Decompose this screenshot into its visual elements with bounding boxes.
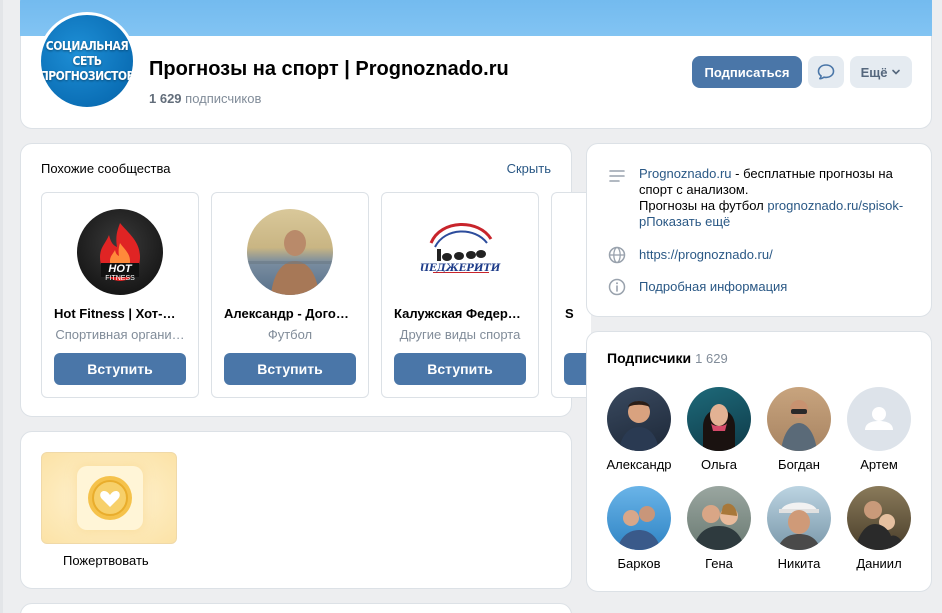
join-button[interactable]: Вступить — [54, 353, 186, 385]
avatar-text-line: СОЦИАЛЬНАЯ — [45, 38, 129, 53]
subscriber-name: Александр — [606, 457, 672, 472]
join-button[interactable]: Вступить — [224, 353, 356, 385]
community-avatar — [247, 209, 333, 295]
subscribers-title[interactable]: Подписчики 1 629 — [607, 350, 728, 366]
community-avatar: ПЕДЖЕРИТИ — [417, 209, 503, 295]
subscribers-number: 1 629 — [149, 91, 182, 106]
subscriber-name: Гена — [705, 556, 733, 571]
subscriber-item[interactable]: Даниил — [839, 486, 919, 571]
heart-coin-icon — [88, 476, 132, 520]
community-card[interactable]: HOT FITNESS Hot Fitness | Хот-Фи… Спорти… — [41, 192, 199, 398]
similar-title: Похожие сообщества — [41, 161, 171, 176]
subscriber-item[interactable]: Барков — [599, 486, 679, 571]
subscriber-item[interactable]: Гена — [679, 486, 759, 571]
person-photo — [247, 230, 333, 295]
info-icon — [608, 278, 626, 296]
description-icon — [609, 170, 625, 182]
hot-fitness-logo — [100, 223, 140, 281]
community-card[interactable]: Александр - Догов… Футбол Вступить — [211, 192, 369, 398]
community-card[interactable]: S — [551, 192, 591, 398]
community-avatar: HOT FITNESS — [77, 209, 163, 295]
avatar-text-line: СЕТЬ — [72, 53, 102, 68]
group-info: Prognoznado.ru - бесплатные прогнозы на … — [586, 143, 932, 317]
subscriber-name: Барков — [617, 556, 661, 571]
subscriber-avatar — [687, 486, 751, 550]
dog-sled-logo — [429, 223, 493, 273]
subscriber-item[interactable]: Никита — [759, 486, 839, 571]
community-category: Другие виды спорта — [399, 327, 521, 342]
community-name[interactable]: S — [565, 306, 574, 321]
subscriber-item[interactable]: Богдан — [759, 387, 839, 472]
subscriber-avatar — [607, 486, 671, 550]
community-name[interactable]: Hot Fitness | Хот-Фи… — [42, 306, 198, 321]
community-category: Спортивная органи… — [55, 327, 185, 342]
show-more-link[interactable]: Показать ещё — [646, 214, 730, 229]
community-category: Футбол — [267, 327, 313, 342]
community-name[interactable]: Калужская Федера… — [382, 306, 538, 321]
hot-logo-sub: FITNESS — [105, 275, 135, 282]
message-button[interactable] — [808, 56, 844, 88]
subscriber-avatar — [847, 486, 911, 550]
subscriber-name: Никита — [777, 556, 821, 571]
chevron-down-icon — [892, 69, 901, 75]
subscribers-count[interactable]: 1 629 подписчиков — [149, 91, 261, 106]
subscriber-avatar — [607, 387, 671, 451]
subscribe-button[interactable]: Подписаться — [692, 56, 802, 88]
globe-icon — [608, 246, 626, 264]
subscriber-item[interactable]: Ольга — [679, 387, 759, 472]
subscribers-label: подписчиков — [185, 91, 262, 106]
website-link[interactable]: https://prognoznado.ru/ — [639, 247, 919, 263]
subscriber-name: Даниил — [856, 556, 902, 571]
group-description: Prognoznado.ru - бесплатные прогнозы на … — [639, 166, 919, 230]
subscribers-count-label: 1 629 — [695, 351, 728, 366]
more-label: Ещё — [860, 64, 888, 80]
subscriber-item[interactable]: Александр — [599, 387, 679, 472]
join-button[interactable]: Вступить — [394, 353, 526, 385]
subscriber-avatar — [767, 387, 831, 451]
donate-label[interactable]: Пожертвовать — [63, 553, 149, 568]
description-link[interactable]: Prognoznado.ru — [639, 166, 732, 181]
similar-communities: Похожие сообщества Скрыть HOT FITNESS Ho… — [20, 143, 591, 417]
group-avatar[interactable]: СОЦИАЛЬНАЯ СЕТЬ ПРОГНОЗИСТОВ — [38, 12, 136, 110]
subscriber-avatar — [847, 387, 911, 451]
hide-link[interactable]: Скрыть — [507, 161, 551, 176]
subscriber-name: Артем — [860, 457, 898, 472]
logo-text: ПЕДЖЕРИТИ — [419, 263, 501, 274]
avatar-text-line: ПРОГНОЗИСТОВ — [39, 68, 135, 83]
message-icon — [817, 64, 835, 80]
hot-logo-text: HOT — [108, 263, 132, 275]
next-section — [20, 603, 572, 613]
donate-tile[interactable] — [41, 452, 177, 544]
subscribers-block: Подписчики 1 629 Александр Ольга Богдан А… — [586, 331, 932, 592]
left-edge — [0, 0, 3, 613]
user-placeholder-icon — [865, 407, 893, 430]
page-title: Прогнозы на спорт | Prognoznado.ru — [149, 58, 509, 80]
subscriber-name: Богдан — [778, 457, 820, 472]
community-name[interactable]: Александр - Догов… — [212, 306, 368, 321]
community-card[interactable]: ПЕДЖЕРИТИ Калужская Федера… Другие виды … — [381, 192, 539, 398]
donate-section: Пожертвовать — [20, 431, 572, 589]
subscriber-item[interactable]: Артем — [839, 387, 919, 472]
description-text-2: Прогнозы на футбол — [639, 198, 768, 213]
donate-icon-bg — [77, 466, 143, 530]
subscriber-avatar — [767, 486, 831, 550]
details-link[interactable]: Подробная информация — [639, 279, 919, 295]
subscriber-avatar — [687, 387, 751, 451]
more-button[interactable]: Ещё — [850, 56, 912, 88]
subscribers-heading: Подписчики — [607, 350, 692, 366]
subscriber-name: Ольга — [700, 457, 737, 472]
